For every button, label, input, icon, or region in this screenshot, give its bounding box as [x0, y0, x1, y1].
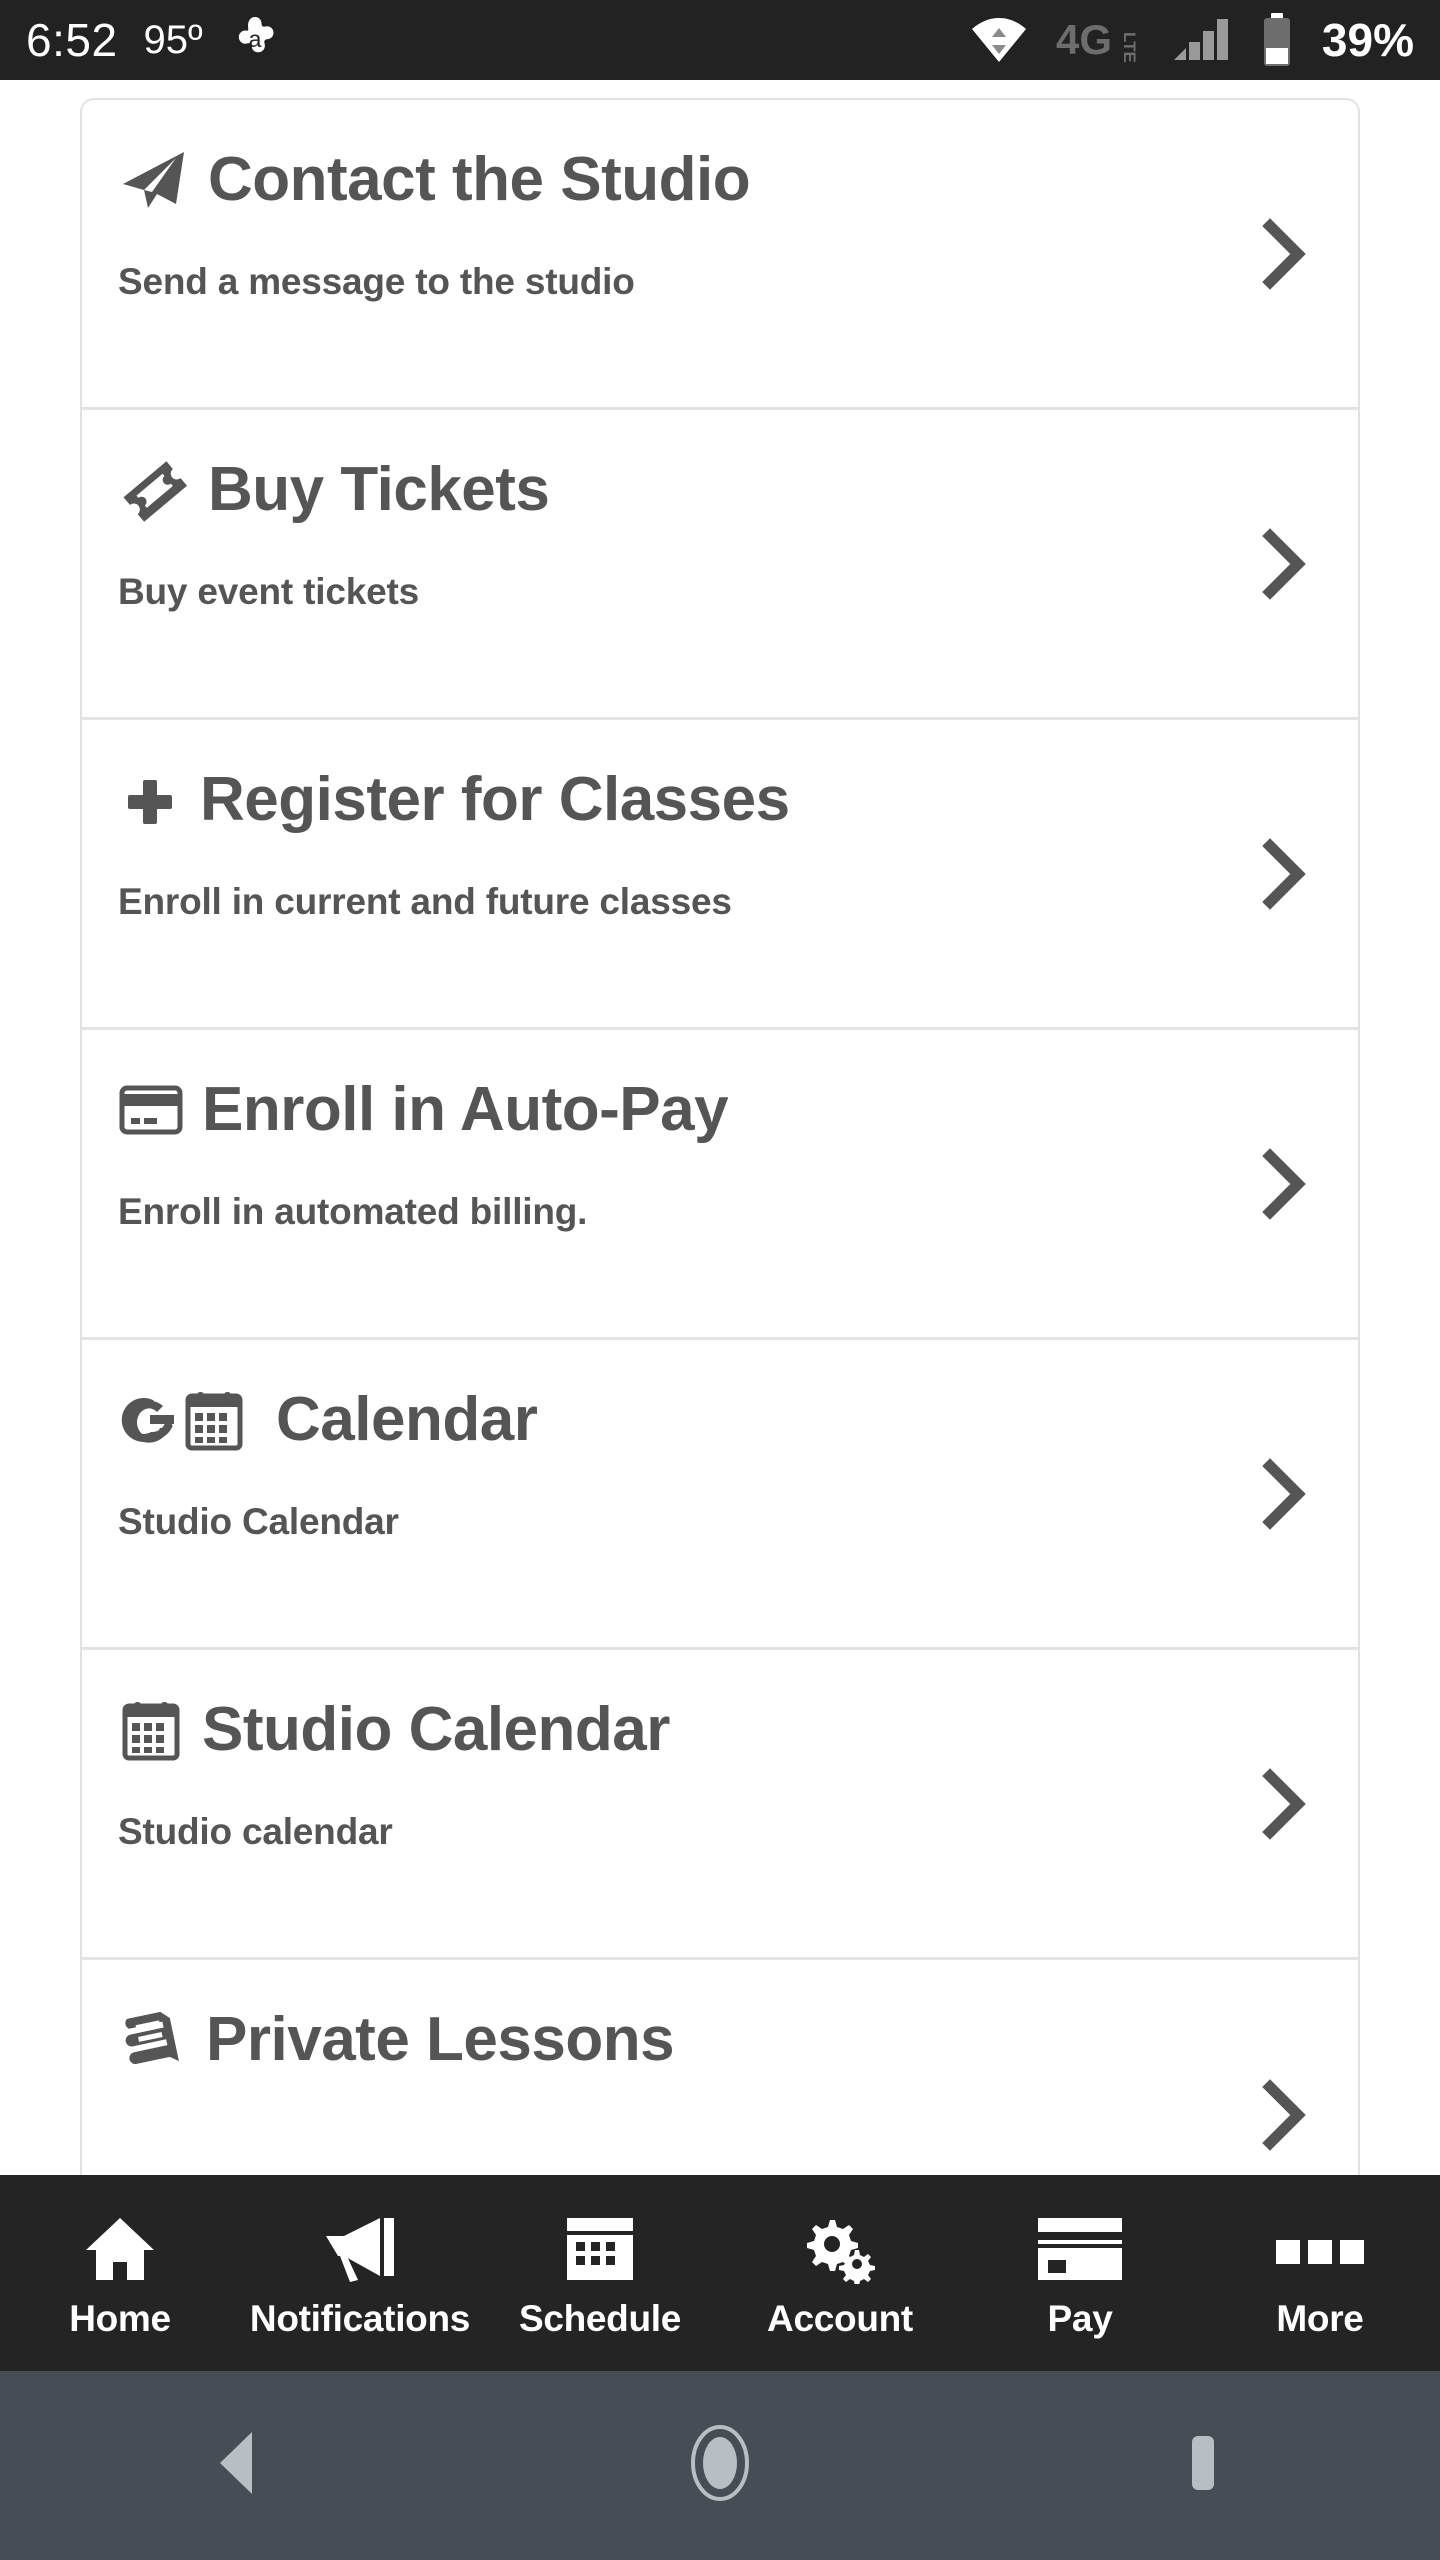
chevron-right-icon[interactable]	[1262, 1767, 1306, 1840]
three-squares-icon	[1272, 2206, 1368, 2284]
book-icon	[118, 2004, 188, 2076]
battery-icon	[1260, 12, 1294, 68]
nav-item-home[interactable]: Home	[0, 2175, 240, 2371]
battery-percent: 39%	[1321, 14, 1414, 66]
nav-item-label: Schedule	[518, 2298, 682, 2339]
menu-item-subtitle: Studio Calendar	[118, 1501, 399, 1542]
network-type-icon: 4G LTE	[1056, 14, 1144, 66]
menu-item-subtitle: Enroll in current and future classes	[118, 881, 732, 922]
back-triangle-icon	[208, 2426, 272, 2505]
menu-item-header: Buy Tickets	[118, 448, 1322, 532]
menu-item-title: Buy Tickets	[208, 455, 550, 525]
menu-item-calendar[interactable]: Calendar Studio Calendar	[82, 1340, 1358, 1650]
status-bar-left: 6:52 95º a	[0, 14, 281, 66]
status-bar: 6:52 95º a 4G LTE 39%	[0, 0, 1440, 80]
chevron-right-icon[interactable]	[1262, 2079, 1306, 2151]
menu-item-header: Enroll in Auto-Pay	[118, 1068, 1322, 1152]
home-circle-icon	[680, 2421, 760, 2510]
menu-item-subtitle: Buy event tickets	[118, 571, 419, 612]
android-system-nav	[0, 2371, 1440, 2560]
menu-item-buy-tickets[interactable]: Buy Tickets Buy event tickets	[82, 410, 1358, 720]
nav-item-label: Home	[69, 2298, 171, 2339]
menu-item-register-for-classes[interactable]: Register for Classes Enroll in current a…	[82, 720, 1358, 1030]
menu-item-contact-the-studio[interactable]: Contact the Studio Send a message to the…	[82, 100, 1358, 410]
plus-icon	[118, 764, 182, 836]
credit-card-icon	[1034, 2206, 1126, 2284]
recents-button[interactable]	[960, 2426, 1440, 2505]
nav-item-account[interactable]: Account	[720, 2175, 960, 2371]
menu-item-subtitle: Studio calendar	[118, 1811, 393, 1852]
recents-square-icon	[1168, 2426, 1232, 2505]
menu-item-title: Private Lessons	[206, 2005, 675, 2075]
svg-text:4G: 4G	[1056, 16, 1112, 63]
nav-item-notifications[interactable]: Notifications	[240, 2175, 480, 2371]
nav-item-label: Notifications	[249, 2298, 471, 2339]
menu-item-header: Calendar	[118, 1378, 1322, 1462]
menu-item-title: Studio Calendar	[202, 1695, 670, 1765]
nav-item-schedule[interactable]: Schedule	[480, 2175, 720, 2371]
chevron-right-icon[interactable]	[1262, 527, 1306, 600]
chevron-right-icon[interactable]	[1262, 217, 1306, 290]
home-icon	[82, 2206, 158, 2284]
svg-text:LTE: LTE	[1120, 32, 1139, 63]
gears-icon	[800, 2206, 880, 2284]
chevron-right-icon[interactable]	[1262, 1457, 1306, 1530]
megaphone-icon	[318, 2206, 402, 2284]
status-time: 6:52	[26, 14, 118, 66]
phone-screen: 6:52 95º a 4G LTE 39% Contact the Studio…	[0, 0, 1440, 2560]
menu-item-subtitle: Enroll in automated billing.	[118, 1191, 588, 1232]
calendar-icon	[118, 1694, 184, 1766]
menu-item-header: Studio Calendar	[118, 1688, 1322, 1772]
signal-bars-icon	[1172, 14, 1232, 66]
nav-item-label: Pay	[1047, 2298, 1113, 2339]
home-button[interactable]	[480, 2421, 960, 2510]
nav-item-pay[interactable]: Pay	[960, 2175, 1200, 2371]
chevron-right-icon[interactable]	[1262, 1147, 1306, 1220]
paper-plane-icon	[118, 144, 190, 216]
nav-item-label: More	[1276, 2298, 1364, 2339]
avast-icon: a	[229, 14, 281, 66]
menu-item-title: Enroll in Auto-Pay	[202, 1075, 729, 1145]
menu-item-studio-calendar[interactable]: Studio Calendar Studio calendar	[82, 1650, 1358, 1960]
menu-item-header: Private Lessons	[118, 1998, 1322, 2082]
bottom-navigation-bar: Home Notifications Schedule Account Pay …	[0, 2175, 1440, 2371]
menu-item-private-lessons[interactable]: Private Lessons	[82, 1960, 1358, 2178]
menu-item-title: Contact the Studio	[208, 145, 751, 215]
status-temperature: 95º	[143, 18, 203, 62]
menu-item-title: Calendar	[276, 1385, 538, 1455]
chevron-right-icon[interactable]	[1262, 837, 1306, 910]
credit-card-icon	[118, 1080, 184, 1140]
back-button[interactable]	[0, 2426, 480, 2505]
nav-item-more[interactable]: More	[1200, 2175, 1440, 2371]
menu-item-enroll-in-auto-pay[interactable]: Enroll in Auto-Pay Enroll in automated b…	[82, 1030, 1358, 1340]
menu-card: Contact the Studio Send a message to the…	[80, 98, 1360, 2178]
google-calendar-icon	[118, 1384, 258, 1456]
menu-scroll-area[interactable]: Contact the Studio Send a message to the…	[80, 98, 1360, 2178]
menu-item-title: Register for Classes	[200, 765, 790, 835]
status-bar-right: 4G LTE 39%	[970, 12, 1440, 68]
menu-item-header: Contact the Studio	[118, 138, 1322, 222]
svg-text:a: a	[248, 26, 261, 52]
nav-item-label: Account	[767, 2298, 913, 2339]
menu-item-subtitle: Send a message to the studio	[118, 261, 635, 302]
wifi-icon	[970, 14, 1028, 66]
calendar-grid-icon	[563, 2206, 637, 2284]
ticket-icon	[118, 454, 190, 526]
menu-item-header: Register for Classes	[118, 758, 1322, 842]
